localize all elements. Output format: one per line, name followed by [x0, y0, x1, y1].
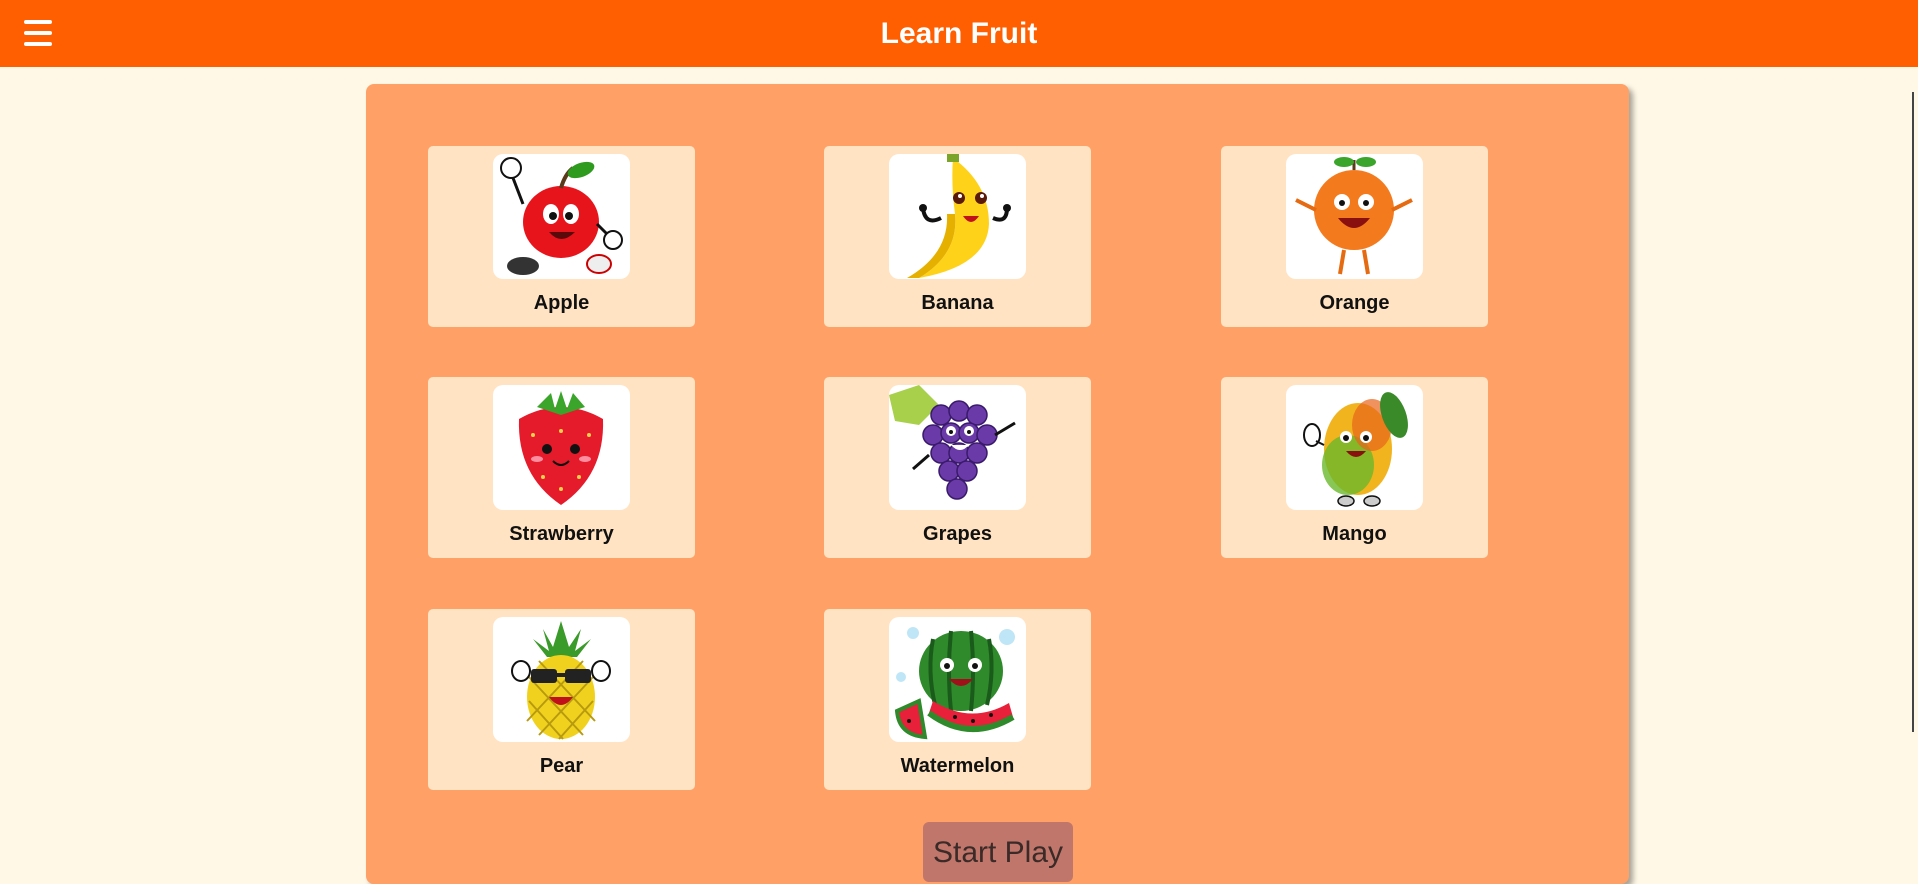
page-title: Learn Fruit [880, 17, 1038, 50]
fruit-label: Grapes [923, 523, 992, 545]
fruit-card-apple[interactable]: Apple [428, 146, 695, 327]
watermelon-icon [889, 617, 1026, 742]
fruit-card-pear[interactable]: Pear [428, 609, 695, 790]
strawberry-icon [493, 385, 630, 510]
fruit-card-mango[interactable]: Mango [1221, 377, 1488, 558]
scrollbar[interactable] [1912, 92, 1914, 732]
banana-icon [889, 154, 1026, 279]
fruit-card-orange[interactable]: Orange [1221, 146, 1488, 327]
fruit-label: Apple [533, 292, 590, 314]
pineapple-icon [493, 617, 630, 742]
fruit-label: Pear [539, 755, 584, 777]
fruit-card-watermelon[interactable]: Watermelon [824, 609, 1091, 790]
grapes-icon [889, 385, 1026, 510]
fruit-label: Orange [1319, 292, 1390, 314]
fruit-card-strawberry[interactable]: Strawberry [428, 377, 695, 558]
mango-icon [1286, 385, 1423, 510]
fruit-grid-panel: Apple Banana Orange Strawberry Grapes Ma… [366, 84, 1629, 884]
fruit-card-banana[interactable]: Banana [824, 146, 1091, 327]
fruit-label: Banana [921, 292, 994, 314]
fruit-card-grapes[interactable]: Grapes [824, 377, 1091, 558]
fruit-label: Mango [1322, 523, 1387, 545]
hamburger-menu-icon[interactable] [24, 20, 52, 46]
fruit-label: Watermelon [900, 755, 1015, 777]
apple-icon [493, 154, 630, 279]
fruit-label: Strawberry [509, 523, 614, 545]
top-app-bar: Learn Fruit [0, 0, 1918, 67]
start-play-button[interactable]: Start Play [923, 822, 1073, 882]
orange-icon [1286, 154, 1423, 279]
